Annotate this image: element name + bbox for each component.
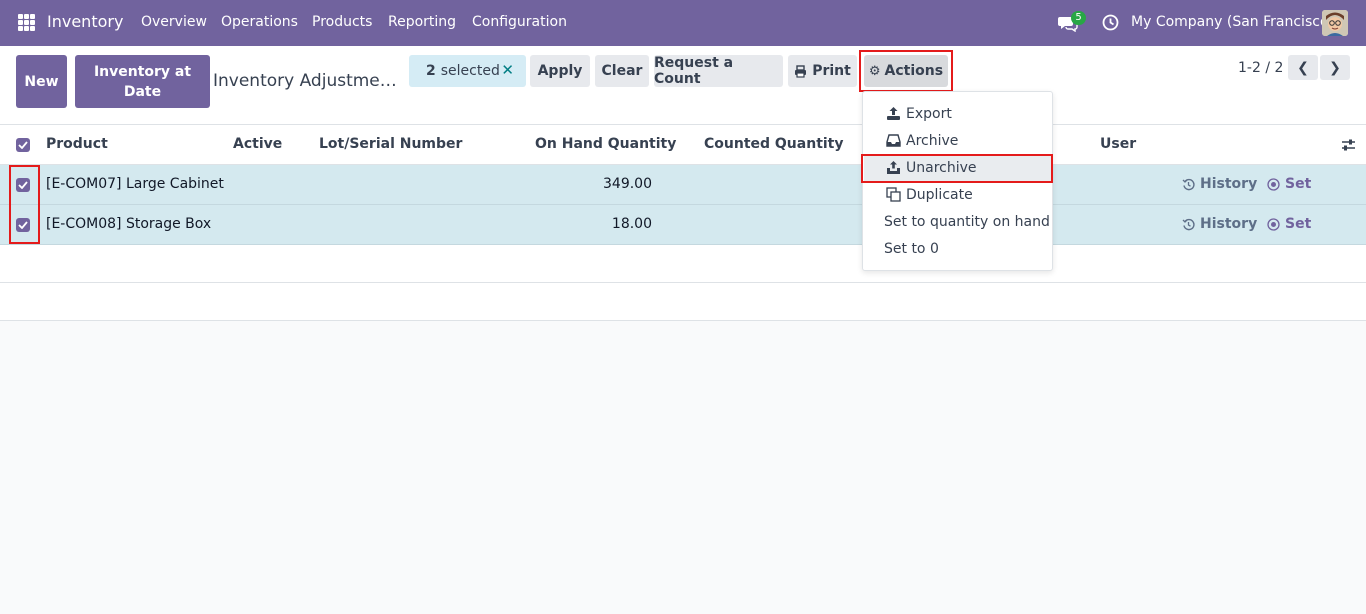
table-row[interactable]: [E-COM07] Large Cabinet 349.00 History S… — [0, 165, 1366, 205]
apps-menu-icon[interactable] — [18, 14, 35, 31]
menu-item-set-quantity-on-hand[interactable]: Set to quantity on hand — [864, 208, 1052, 235]
col-counted[interactable]: Counted Quantity — [704, 136, 844, 152]
selected-count: 2 — [426, 63, 436, 79]
chat-count-badge: 5 — [1071, 11, 1086, 25]
pager-value[interactable]: 1-2 / 2 — [1238, 60, 1283, 76]
col-on-hand[interactable]: On Hand Quantity — [535, 136, 676, 152]
set-label: Set — [1285, 176, 1312, 192]
selected-label: selected — [440, 63, 500, 79]
col-user[interactable]: User — [1100, 136, 1136, 152]
top-navbar: Inventory Overview Operations Products R… — [0, 0, 1366, 46]
column-settings-icon[interactable] — [1341, 138, 1356, 152]
row-set-button[interactable]: Set — [1267, 216, 1311, 232]
copy-icon — [886, 187, 901, 202]
print-icon — [795, 64, 807, 78]
print-label: Print — [812, 63, 851, 79]
row-set-button[interactable]: Set — [1267, 176, 1311, 192]
menu-item-archive[interactable]: Archive — [864, 127, 1052, 154]
row-product: [E-COM08] Storage Box — [46, 216, 212, 232]
print-button[interactable]: Print — [788, 55, 857, 87]
unselect-close-icon[interactable]: ✕ — [501, 61, 514, 79]
col-active[interactable]: Active — [233, 136, 282, 152]
menu-item-duplicate[interactable]: Duplicate — [864, 181, 1052, 208]
col-lot[interactable]: Lot/Serial Number — [319, 136, 462, 152]
empty-row — [0, 245, 1366, 283]
new-button[interactable]: New — [16, 55, 67, 108]
pager-previous-button[interactable]: ❮ — [1288, 55, 1318, 80]
chevron-left-icon: ❮ — [1297, 59, 1309, 76]
checkbox-highlight-box — [9, 165, 40, 244]
bullseye-icon — [1267, 217, 1280, 231]
bullseye-icon — [1267, 177, 1280, 191]
selection-indicator: 2 selected ✕ — [409, 55, 526, 87]
select-all-checkbox[interactable] — [16, 138, 30, 152]
apply-button[interactable]: Apply — [530, 55, 590, 87]
row-product: [E-COM07] Large Cabinet — [46, 176, 224, 192]
inbox-icon — [886, 134, 901, 147]
table-row[interactable]: [E-COM08] Storage Box 18.00 History Set — [0, 205, 1366, 245]
row-on-hand: 18.00 — [611, 216, 652, 232]
menu-item-set-to-zero-label: Set to 0 — [884, 240, 939, 257]
clear-button[interactable]: Clear — [595, 55, 649, 87]
row-history-button[interactable]: History — [1182, 176, 1257, 192]
row-on-hand: 349.00 — [603, 176, 652, 192]
set-label: Set — [1285, 216, 1312, 232]
history-icon — [1182, 178, 1195, 190]
app-name[interactable]: Inventory — [47, 12, 123, 31]
col-product[interactable]: Product — [46, 136, 108, 152]
request-count-button[interactable]: Request a Count — [654, 55, 783, 87]
empty-row — [0, 283, 1366, 321]
user-avatar[interactable] — [1322, 10, 1348, 36]
actions-highlight-box — [859, 50, 953, 92]
activity-clock-icon[interactable] — [1102, 14, 1119, 31]
upload-icon — [887, 107, 900, 120]
menu-item-duplicate-label: Duplicate — [906, 186, 973, 203]
page-title: Inventory Adjustme… — [213, 71, 397, 91]
menu-configuration[interactable]: Configuration — [472, 14, 567, 30]
pager-next-button[interactable]: ❯ — [1320, 55, 1350, 80]
unarchive-highlight-box — [861, 154, 1053, 183]
menu-item-archive-label: Archive — [906, 132, 959, 149]
menu-overview[interactable]: Overview — [141, 14, 207, 30]
chevron-right-icon: ❯ — [1329, 59, 1341, 76]
menu-reporting[interactable]: Reporting — [388, 14, 456, 30]
menu-item-export-label: Export — [906, 105, 952, 122]
history-label: History — [1200, 176, 1258, 192]
menu-products[interactable]: Products — [312, 14, 372, 30]
menu-item-set-quantity-on-hand-label: Set to quantity on hand — [884, 213, 1050, 230]
company-switcher[interactable]: My Company (San Francisco) — [1131, 14, 1334, 30]
list-header: Product Active Lot/Serial Number On Hand… — [0, 125, 1366, 165]
menu-item-export[interactable]: Export — [864, 100, 1052, 127]
row-history-button[interactable]: History — [1182, 216, 1257, 232]
menu-operations[interactable]: Operations — [221, 14, 298, 30]
history-icon — [1182, 218, 1195, 230]
menu-item-set-to-zero[interactable]: Set to 0 — [864, 235, 1052, 262]
inventory-at-date-button[interactable]: Inventory at Date — [75, 55, 210, 108]
control-panel: New Inventory at Date Inventory Adjustme… — [0, 46, 1366, 125]
history-label: History — [1200, 216, 1258, 232]
